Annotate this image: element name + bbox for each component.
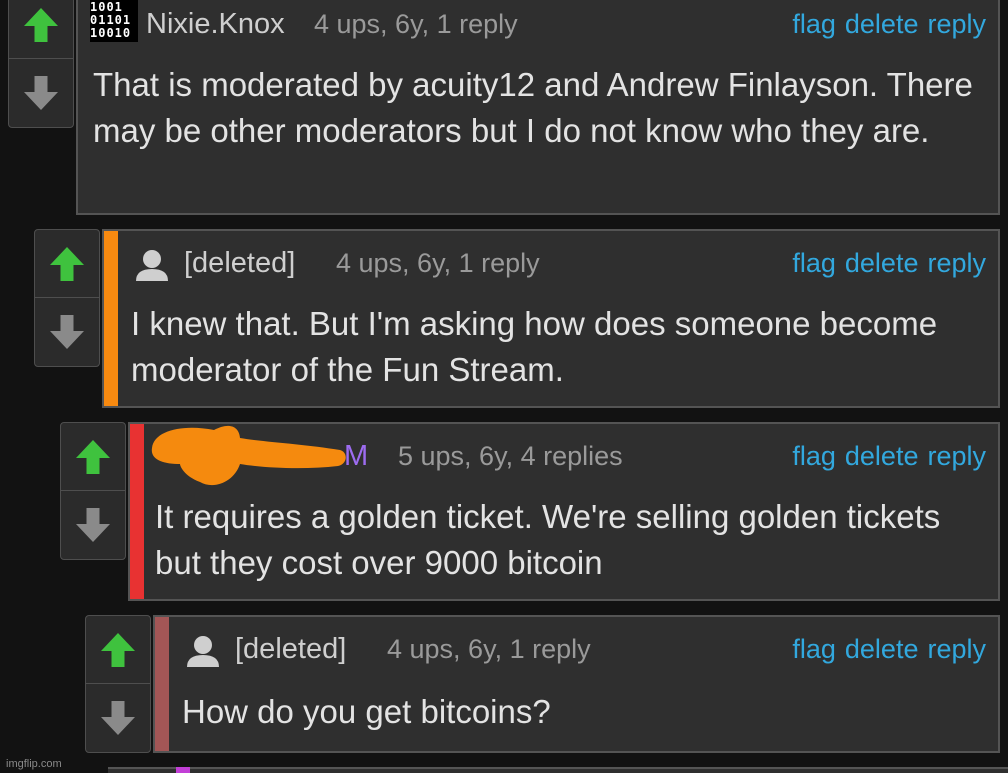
comment-actions: flag delete reply <box>783 241 986 285</box>
default-user-avatar-icon[interactable] <box>134 247 170 283</box>
down-arrow-icon <box>50 315 84 349</box>
flag-link[interactable]: flag <box>792 634 836 664</box>
comment-text: It requires a golden ticket. We're selli… <box>155 498 941 581</box>
comment-meta: 4 ups, 6y, 1 reply <box>336 248 540 278</box>
up-arrow-icon <box>24 7 58 42</box>
reply-link[interactable]: reply <box>927 9 986 39</box>
up-arrow-icon <box>50 246 84 281</box>
upvote-button[interactable] <box>86 616 150 684</box>
reply-link[interactable]: reply <box>927 441 986 471</box>
delete-link[interactable]: delete <box>845 9 919 39</box>
vote-box <box>60 422 126 560</box>
vote-box <box>8 0 74 128</box>
comment-header: 1001 01101 10010 Nixie.Knox 4 ups, 6y, 1… <box>78 0 998 46</box>
username-label: [deleted] <box>184 247 296 279</box>
watermark-logo: imgflip.com <box>6 758 62 770</box>
comment-header: [deleted] 4 ups, 6y, 1 reply flag delete r… <box>155 627 998 671</box>
down-arrow-icon <box>24 76 58 110</box>
delete-link[interactable]: delete <box>845 634 919 664</box>
delete-link[interactable]: delete <box>845 441 919 471</box>
comment: [deleted] 4 ups, 6y, 1 reply flag delete r… <box>153 615 1000 753</box>
comment: 1001 01101 10010 Nixie.Knox 4 ups, 6y, 1… <box>76 0 1000 215</box>
comment-actions: flag delete reply <box>783 2 986 46</box>
binary-digits-avatar-icon[interactable]: 1001 01101 10010 <box>90 0 138 42</box>
username-label: [deleted] <box>235 633 347 665</box>
comment-meta: 4 ups, 6y, 1 reply <box>314 9 518 39</box>
downvote-button[interactable] <box>9 59 73 127</box>
flag-link[interactable]: flag <box>792 441 836 471</box>
flag-link[interactable]: flag <box>792 248 836 278</box>
comment: M 5 ups, 6y, 4 replies flag delete reply I… <box>128 422 1000 601</box>
down-arrow-icon <box>76 508 110 542</box>
comment-meta: 4 ups, 6y, 1 reply <box>387 634 591 664</box>
downvote-button[interactable] <box>61 491 125 559</box>
comment-text: How do you get bitcoins? <box>182 693 551 730</box>
upvote-button[interactable] <box>35 230 99 298</box>
username-link[interactable]: Nixie.Knox <box>146 2 285 46</box>
comment-meta: 5 ups, 6y, 4 replies <box>398 441 623 471</box>
upvote-button[interactable] <box>61 423 125 491</box>
upvote-button[interactable] <box>9 0 73 59</box>
delete-link[interactable]: delete <box>845 248 919 278</box>
vote-box <box>85 615 151 753</box>
up-arrow-icon <box>101 632 135 667</box>
vote-box <box>34 229 100 367</box>
comment-actions: flag delete reply <box>783 434 986 478</box>
up-arrow-icon <box>76 439 110 474</box>
comment-text: I knew that. But I'm asking how does som… <box>131 305 938 388</box>
thread-depth-bar <box>176 767 190 773</box>
reply-link[interactable]: reply <box>927 248 986 278</box>
flag-link[interactable]: flag <box>792 9 836 39</box>
comment: [deleted] 4 ups, 6y, 1 reply flag delete r… <box>102 229 1000 408</box>
reply-link[interactable]: reply <box>927 634 986 664</box>
down-arrow-icon <box>101 701 135 735</box>
next-comment-edge <box>108 767 1008 773</box>
default-user-avatar-icon[interactable] <box>185 633 221 669</box>
downvote-button[interactable] <box>35 298 99 366</box>
comment-header: [deleted] 4 ups, 6y, 1 reply flag delete r… <box>104 241 998 285</box>
downvote-button[interactable] <box>86 684 150 752</box>
comment-actions: flag delete reply <box>783 627 986 671</box>
redaction-scribble <box>151 425 346 486</box>
comment-text: That is moderated by acuity12 and Andrew… <box>93 66 973 149</box>
